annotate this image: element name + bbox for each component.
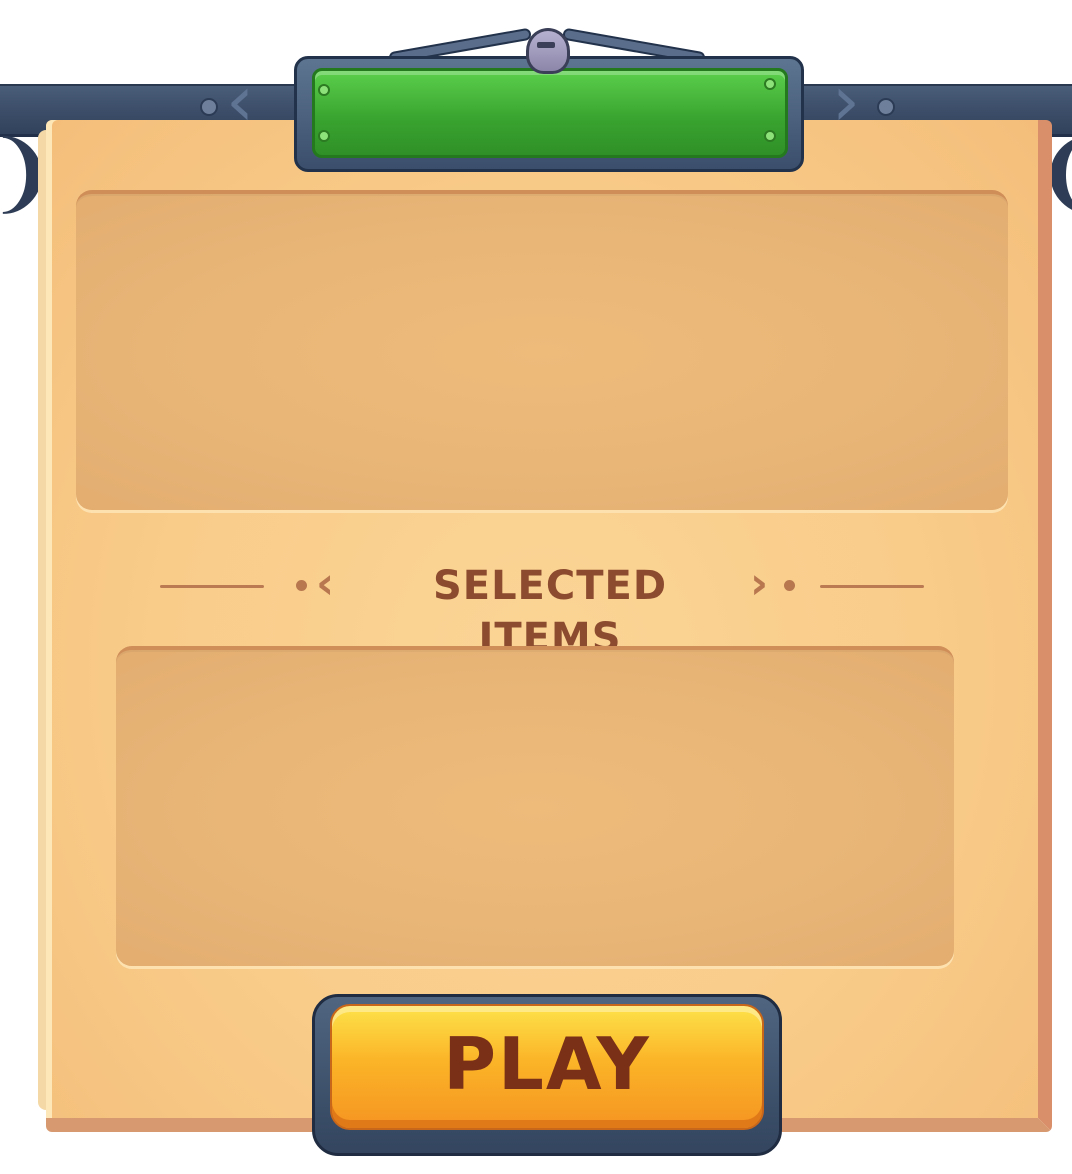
banner-screw <box>764 130 776 142</box>
left-chevron-icon: ‹ <box>316 558 335 609</box>
divider-right <box>820 585 924 588</box>
selected-items-title: SELECTED ITEMS <box>432 563 668 661</box>
rail-rivet-right <box>877 98 895 116</box>
title-banner <box>312 68 788 158</box>
helmet-visor <box>537 42 555 48</box>
banner-screw <box>318 130 330 142</box>
right-chevron-icon: › <box>750 558 769 609</box>
banner-screw <box>764 78 776 90</box>
selected-items-panel[interactable] <box>116 646 954 966</box>
helmet-icon <box>526 28 570 74</box>
rail-rivet-left <box>200 98 218 116</box>
play-button-label: PLAY <box>443 1022 651 1106</box>
banner-screw <box>318 84 330 96</box>
inventory-panel[interactable] <box>76 190 1008 510</box>
play-button[interactable]: PLAY <box>330 1004 764 1130</box>
divider-dot-left <box>296 580 307 591</box>
divider-dot-right <box>784 580 795 591</box>
divider-left <box>160 585 264 588</box>
right-arrow-icon[interactable]: › <box>832 66 860 136</box>
left-arrow-icon[interactable]: ‹ <box>226 66 254 136</box>
